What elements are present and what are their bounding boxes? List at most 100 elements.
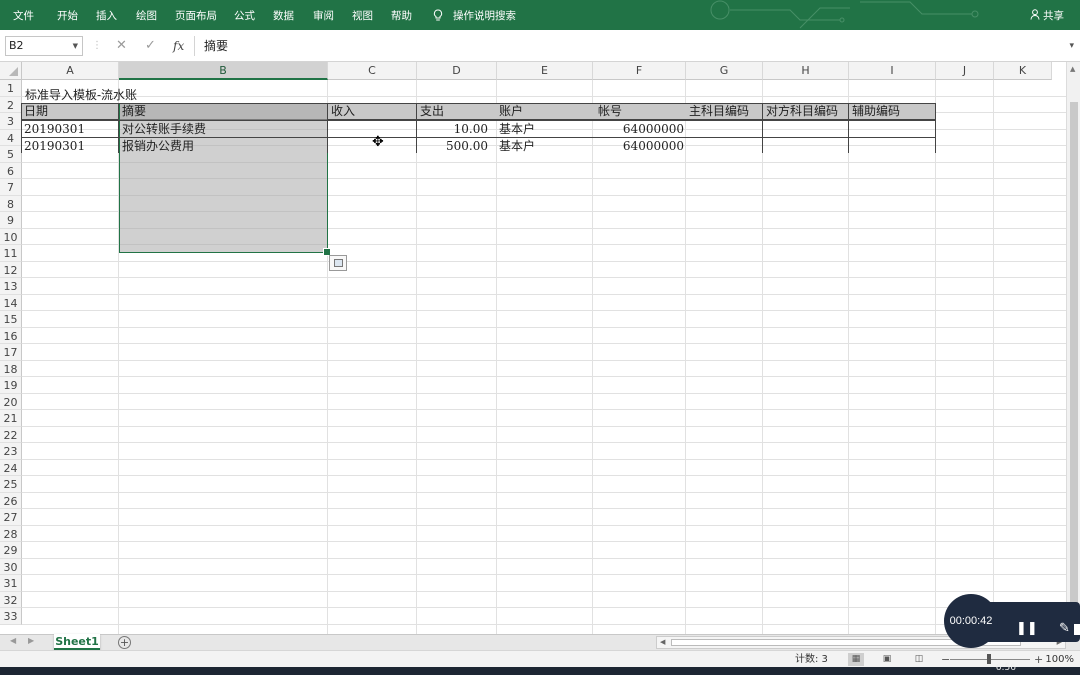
row-header-13[interactable]: 13 [0,278,22,295]
share-button[interactable]: 共享 [1030,0,1064,30]
header-aux-code[interactable]: 辅助编码 [850,103,902,120]
row-header-27[interactable]: 27 [0,509,22,526]
tab-view[interactable]: 视图 [352,0,373,30]
vertical-scroll-thumb[interactable] [1070,102,1078,632]
tell-me-search[interactable]: 操作说明搜索 [453,0,516,30]
cell-account-no[interactable]: 64000000 [600,121,686,138]
page-break-view-icon[interactable]: ◫ [911,653,927,666]
row-header-25[interactable]: 25 [0,476,22,493]
next-sheet-icon[interactable]: ▶ [28,636,34,645]
cell-a1-title[interactable]: 标准导入模板-流水账 [23,87,139,104]
cell-expense[interactable]: 10.00 [416,121,490,138]
row-header-24[interactable]: 24 [0,459,22,476]
cell-summary[interactable]: 对公转账手续费 [120,121,208,138]
row-header-3[interactable]: 3 [0,113,22,130]
header-counter-code[interactable]: 对方科目编码 [764,103,840,120]
column-header-a[interactable]: A [22,62,119,80]
header-income[interactable]: 收入 [329,103,357,120]
row-header-33[interactable]: 33 [0,608,22,625]
tab-home[interactable]: 开始 [57,0,78,30]
row-header-7[interactable]: 7 [0,179,22,196]
row-header-1[interactable]: 1 [0,80,22,97]
name-box[interactable]: B2 ▼ [5,36,83,56]
row-header-19[interactable]: 19 [0,377,22,394]
row-header-31[interactable]: 31 [0,575,22,592]
pen-icon[interactable]: ✎ [1059,622,1070,636]
zoom-out-button[interactable]: − [941,651,950,668]
cell-expense[interactable]: 500.00 [416,138,490,155]
insert-function-button[interactable]: fx [173,36,184,56]
column-header-h[interactable]: H [763,62,849,80]
add-sheet-button[interactable]: + [118,636,131,649]
row-header-17[interactable]: 17 [0,344,22,361]
cell-account[interactable]: 基本户 [497,121,537,138]
row-header-11[interactable]: 11 [0,245,22,262]
column-header-d[interactable]: D [417,62,497,80]
column-header-g[interactable]: G [686,62,763,80]
cancel-icon[interactable]: ✕ [116,36,127,56]
sheet-tab-sheet1[interactable]: Sheet1 [54,634,100,650]
select-all-button[interactable] [0,62,22,80]
row-header-12[interactable]: 12 [0,261,22,278]
cell-date[interactable]: 20190301 [22,121,87,138]
header-expense[interactable]: 支出 [418,103,446,120]
row-header-28[interactable]: 28 [0,525,22,542]
row-header-23[interactable]: 23 [0,443,22,460]
row-header-2[interactable]: 2 [0,96,22,113]
tab-help[interactable]: 帮助 [391,0,412,30]
row-header-21[interactable]: 21 [0,410,22,427]
column-header-k[interactable]: K [994,62,1052,80]
column-header-j[interactable]: J [936,62,994,80]
tab-draw[interactable]: 绘图 [136,0,157,30]
vertical-scrollbar[interactable]: ▲ [1066,62,1080,634]
formula-input[interactable]: 摘要 [194,36,1064,56]
cell-summary[interactable]: 报销办公费用 [120,138,196,155]
row-header-18[interactable]: 18 [0,360,22,377]
cell-account-no[interactable]: 64000000 [600,138,686,155]
row-header-6[interactable]: 6 [0,162,22,179]
tab-file[interactable]: 文件 [13,0,34,30]
zoom-in-button[interactable]: + [1034,651,1043,668]
header-account-no[interactable]: 帐号 [596,103,624,120]
row-header-8[interactable]: 8 [0,195,22,212]
enter-icon[interactable]: ✓ [145,36,156,56]
pause-icon[interactable]: ❚❚ [1016,622,1038,636]
header-date[interactable]: 日期 [22,103,50,120]
tab-data[interactable]: 数据 [273,0,294,30]
tab-review[interactable]: 审阅 [313,0,334,30]
column-header-e[interactable]: E [497,62,593,80]
cell-date[interactable]: 20190301 [22,138,87,155]
header-summary[interactable]: 摘要 [120,103,148,120]
page-layout-view-icon[interactable]: ▣ [879,653,895,666]
column-header-b[interactable]: B [119,62,328,80]
column-header-f[interactable]: F [593,62,686,80]
row-header-20[interactable]: 20 [0,393,22,410]
cell-account[interactable]: 基本户 [497,138,537,155]
scroll-up-icon[interactable]: ▲ [1070,65,1075,73]
row-header-15[interactable]: 15 [0,311,22,328]
tab-page-layout[interactable]: 页面布局 [175,0,217,30]
header-main-code[interactable]: 主科目编码 [687,103,751,120]
worksheet-grid[interactable]: ABCDEFGHIJK 1 2 3 4 5 6 7 8 9 10 11 12 13 14 15 16 17 18 1… [0,62,1080,634]
column-header-i[interactable]: I [849,62,936,80]
zoom-level[interactable]: 100% [1045,651,1074,668]
row-header-10[interactable]: 10 [0,228,22,245]
row-header-16[interactable]: 16 [0,327,22,344]
row-header-9[interactable]: 9 [0,212,22,229]
tab-insert[interactable]: 插入 [96,0,117,30]
scroll-left-icon[interactable]: ◀ [660,637,665,648]
column-header-c[interactable]: C [328,62,417,80]
row-header-30[interactable]: 30 [0,558,22,575]
row-header-14[interactable]: 14 [0,294,22,311]
row-header-26[interactable]: 26 [0,492,22,509]
normal-view-icon[interactable]: ▦ [848,653,864,666]
expand-formula-icon[interactable]: ▾ [1069,36,1074,56]
row-header-29[interactable]: 29 [0,542,22,559]
header-account[interactable]: 账户 [497,103,525,120]
prev-sheet-icon[interactable]: ◀ [10,636,16,645]
row-header-4[interactable]: 4 [0,129,22,146]
stop-icon[interactable] [1074,624,1080,635]
tab-formulas[interactable]: 公式 [234,0,255,30]
row-header-5[interactable]: 5 [0,146,22,163]
chevron-down-icon[interactable]: ▼ [73,37,78,55]
